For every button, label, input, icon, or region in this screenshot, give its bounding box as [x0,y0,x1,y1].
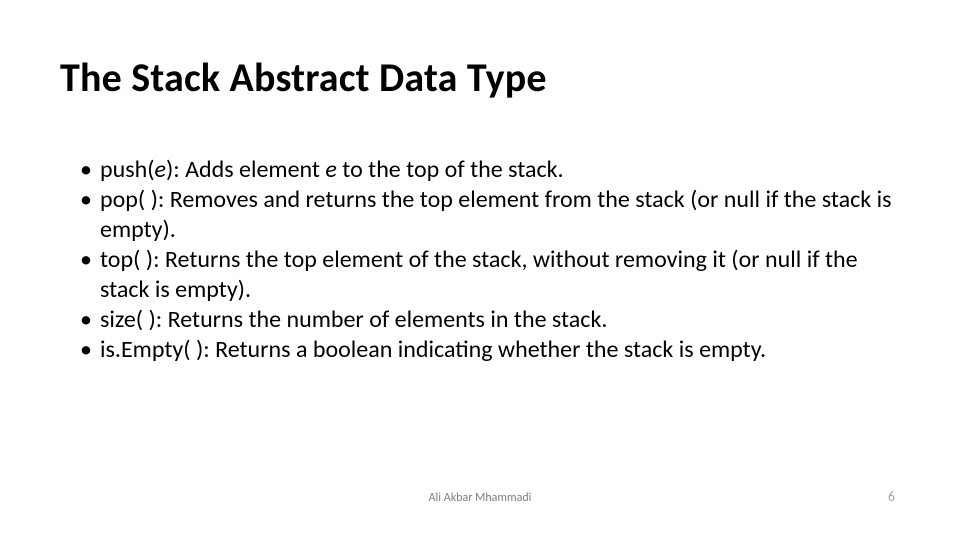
method-desc: : Returns the top element of the stack, … [100,245,858,304]
list-item: push(e): Adds element e to the top of th… [80,155,895,185]
bullet-list: push(e): Adds element e to the top of th… [80,155,895,365]
method-name: size( ) [100,305,156,334]
footer-author: Ali Akbar Mhammadi [0,491,960,505]
method-name: is.Empty( ) [100,335,203,364]
method-name: push( [100,155,155,184]
method-name: top( ) [100,245,153,274]
slide: The Stack Abstract Data Type push(e): Ad… [0,0,960,540]
list-item: pop( ): Removes and returns the top elem… [80,185,895,245]
list-item: is.Empty( ): Returns a boolean indicatin… [80,335,895,365]
method-desc: to the top of the stack. [337,155,564,184]
method-desc: : Returns the number of elements in the … [156,305,608,334]
method-desc-em: e [325,155,336,184]
method-desc: : Removes and returns the top element fr… [100,185,891,244]
list-item: top( ): Returns the top element of the s… [80,245,895,305]
method-arg: e [155,155,166,184]
footer-page-number: 6 [888,488,895,505]
method-desc: : Adds element [173,155,325,184]
method-name: pop( ) [100,185,158,214]
list-item: size( ): Returns the number of elements … [80,305,895,335]
method-desc: : Returns a boolean indicating whether t… [203,335,766,364]
slide-title: The Stack Abstract Data Type [60,56,547,100]
slide-content: push(e): Adds element e to the top of th… [80,155,895,365]
